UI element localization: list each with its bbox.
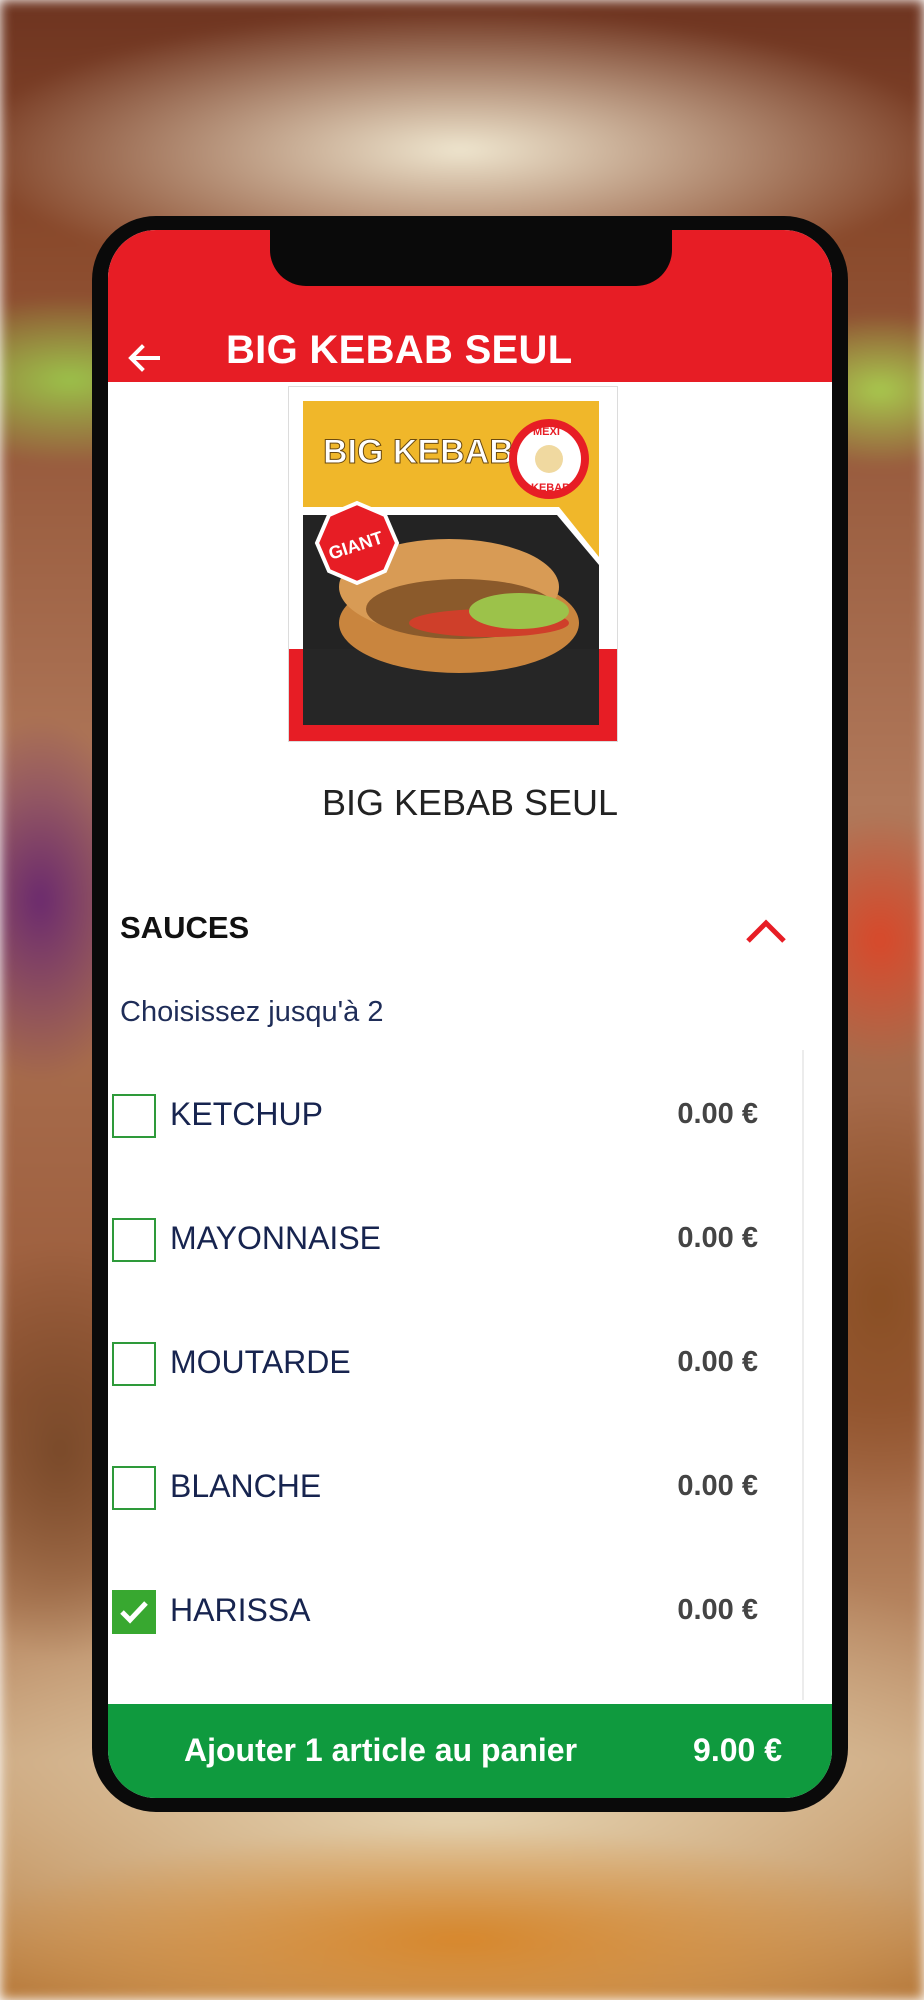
- arrow-left-icon: [128, 344, 160, 372]
- product-name: BIG KEBAB SEUL: [321, 782, 619, 823]
- back-button[interactable]: [116, 330, 172, 386]
- option-checkbox[interactable]: [112, 1218, 156, 1262]
- option-label: BLANCHE: [170, 1468, 322, 1504]
- option-label: HARISSA: [170, 1592, 311, 1628]
- option-row-ketchup[interactable]: KETCHUP 0.00 €: [108, 1086, 802, 1186]
- option-row-harissa[interactable]: HARISSA 0.00 €: [108, 1582, 802, 1682]
- chevron-up-icon: [746, 919, 786, 943]
- page-title: BIG KEBAB SEUL: [226, 328, 573, 372]
- checkmark-icon: [120, 1601, 148, 1624]
- product-image: BIG KEBAB MEXI KEBAB GIANT: [288, 386, 618, 742]
- section-subtitle: Choisissez jusqu'à 2: [120, 996, 384, 1028]
- option-price: 0.00 €: [677, 1222, 758, 1254]
- option-price: 0.00 €: [677, 1470, 758, 1502]
- product-image-banner-text: BIG KEBAB: [323, 433, 514, 471]
- option-row-blanche[interactable]: BLANCHE 0.00 €: [108, 1458, 802, 1558]
- option-label: MAYONNAISE: [170, 1220, 381, 1256]
- phone-notch: [270, 216, 672, 286]
- sauce-options-list: KETCHUP 0.00 € MAYONNAISE 0.00 € MOUTARD…: [108, 1050, 804, 1700]
- collapse-section-button[interactable]: [740, 906, 792, 954]
- option-checkbox[interactable]: [112, 1094, 156, 1138]
- add-to-cart-label: Ajouter 1 article au panier: [184, 1732, 578, 1768]
- product-image-logo-bottom-text: KEBAB: [531, 482, 570, 494]
- option-price: 0.00 €: [677, 1594, 758, 1626]
- option-row-mayonnaise[interactable]: MAYONNAISE 0.00 €: [108, 1210, 802, 1310]
- option-label: KETCHUP: [170, 1096, 323, 1132]
- cart-total: 9.00 €: [693, 1732, 782, 1768]
- option-price: 0.00 €: [677, 1098, 758, 1130]
- option-checkbox[interactable]: [112, 1466, 156, 1510]
- product-image-logo-top-text: MEXI: [533, 426, 560, 438]
- app-screen: BIG KEBAB SEUL BIG KEBAB MEXI KEBAB GIAN…: [108, 230, 832, 1798]
- option-price: 0.00 €: [677, 1346, 758, 1378]
- option-checkbox-checked[interactable]: [112, 1590, 156, 1634]
- section-title: SAUCES: [120, 910, 250, 945]
- option-row-moutarde[interactable]: MOUTARDE 0.00 €: [108, 1334, 802, 1434]
- option-label: MOUTARDE: [170, 1344, 351, 1380]
- add-to-cart-button[interactable]: Ajouter 1 article au panier 9.00 €: [108, 1704, 832, 1798]
- option-checkbox[interactable]: [112, 1342, 156, 1386]
